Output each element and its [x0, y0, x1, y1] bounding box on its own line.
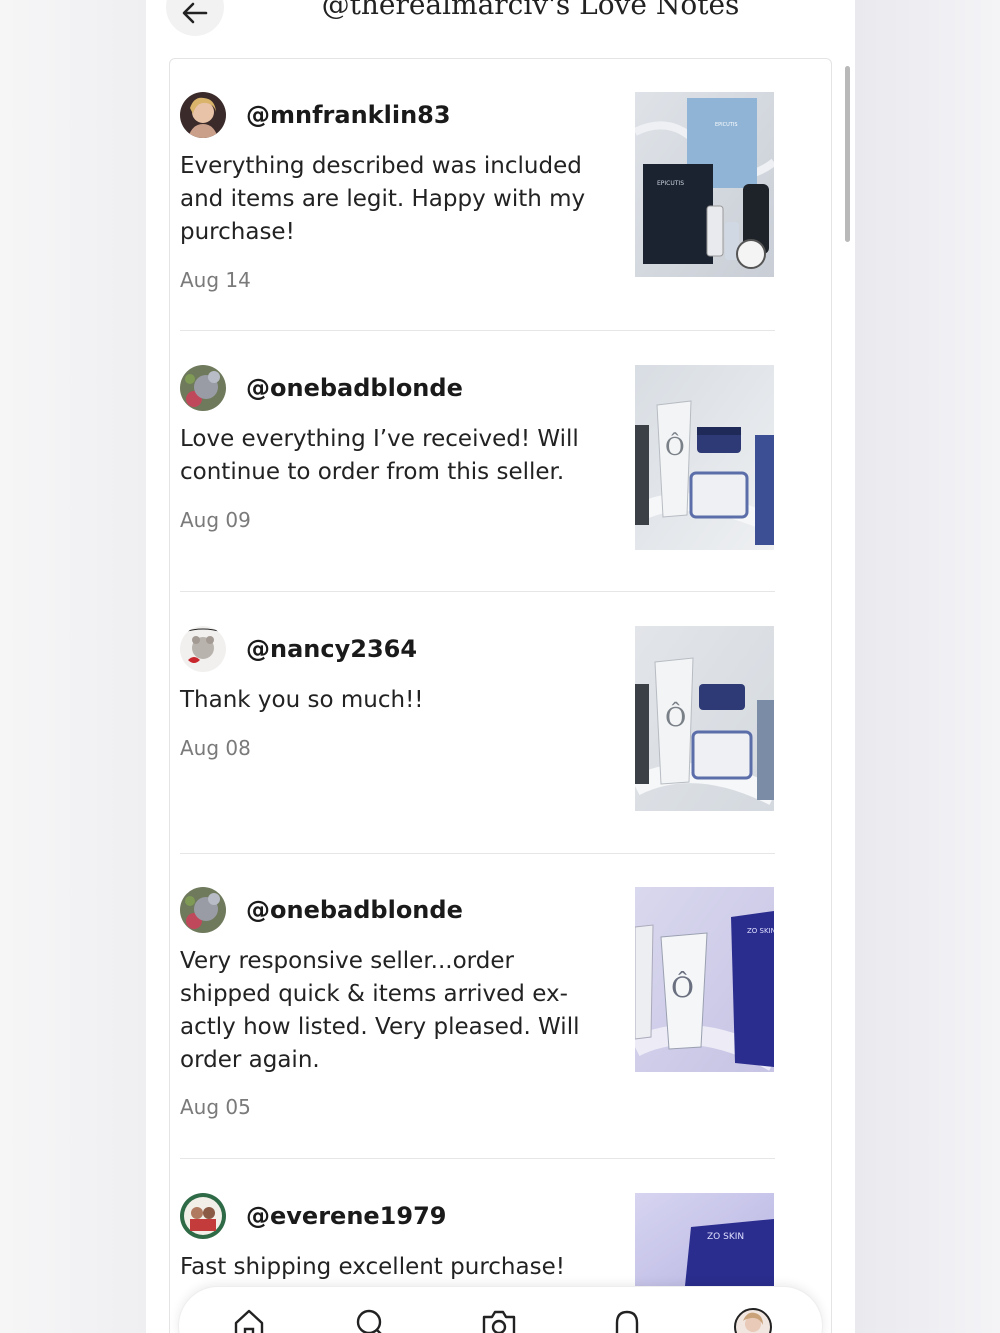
search-icon[interactable]	[351, 1307, 391, 1333]
scrollbar[interactable]	[845, 66, 850, 242]
review-username[interactable]: @mnfranklin83	[246, 101, 451, 129]
divider	[180, 591, 775, 592]
review-text: Love everything I’ve received! Will cont…	[180, 426, 579, 485]
review-date: Aug 05	[180, 1095, 251, 1119]
divider	[180, 853, 775, 854]
background-left	[0, 0, 146, 1333]
avatar[interactable]	[180, 887, 226, 933]
avatar[interactable]	[180, 626, 226, 672]
divider	[180, 1158, 775, 1159]
avatar[interactable]	[180, 365, 226, 411]
review-date: Aug 14	[180, 268, 251, 292]
review-text: Everything described was included and it…	[180, 153, 586, 245]
review-text: Thank you so much!!	[180, 687, 424, 713]
review-product-image[interactable]: Ô	[635, 365, 774, 550]
review-date: Aug 08	[180, 736, 251, 760]
review-product-image[interactable]: Ô	[635, 626, 774, 811]
svg-text:Ô: Ô	[665, 432, 685, 461]
camera-icon[interactable]	[479, 1307, 519, 1333]
profile-avatar[interactable]	[733, 1307, 773, 1333]
svg-text:EPICUTIS: EPICUTIS	[657, 180, 684, 187]
header: @therealmarciv's Love Notes	[146, 0, 855, 40]
avatar[interactable]	[180, 92, 226, 138]
svg-text:ZO SKIN: ZO SKIN	[747, 927, 774, 935]
app-screen: @therealmarciv's Love Notes @mnfranklin8…	[146, 0, 855, 1333]
bell-icon[interactable]	[607, 1307, 647, 1333]
review-product-image[interactable]: ZO SKIN	[635, 1193, 774, 1286]
review-text: Very responsive seller...order shipped q…	[180, 948, 580, 1073]
review-username[interactable]: @everene1979	[246, 1202, 446, 1230]
divider	[180, 330, 775, 331]
review-username[interactable]: @onebadblonde	[246, 374, 463, 402]
review-text: Fast shipping excellent purchase!	[180, 1254, 565, 1280]
bottom-navigation	[178, 1286, 823, 1333]
review-username[interactable]: @nancy2364	[246, 635, 417, 663]
avatar[interactable]	[180, 1193, 226, 1239]
review-item: @nancy2364 Thank you so much!! Aug 08 Ô	[180, 626, 775, 816]
svg-text:Ô: Ô	[671, 970, 694, 1004]
review-item: @mnfranklin83 Everything described was i…	[180, 92, 775, 292]
background-right	[854, 0, 1000, 1333]
svg-text:Ô: Ô	[665, 701, 686, 733]
page-title: @therealmarciv's Love Notes	[321, 0, 740, 21]
svg-text:EPICUTIS: EPICUTIS	[715, 122, 738, 128]
review-date: Aug 09	[180, 508, 251, 532]
review-item: @onebadblonde Very responsive seller...o…	[180, 887, 775, 1127]
review-product-image[interactable]: EPICUTIS EPICUTIS	[635, 92, 774, 277]
review-product-image[interactable]: Ô ZO SKIN	[635, 887, 774, 1072]
review-item: @onebadblonde Love everything I’ve recei…	[180, 365, 775, 555]
svg-text:ZO SKIN: ZO SKIN	[707, 1232, 744, 1242]
home-icon[interactable]	[229, 1307, 269, 1333]
review-username[interactable]: @onebadblonde	[246, 896, 463, 924]
